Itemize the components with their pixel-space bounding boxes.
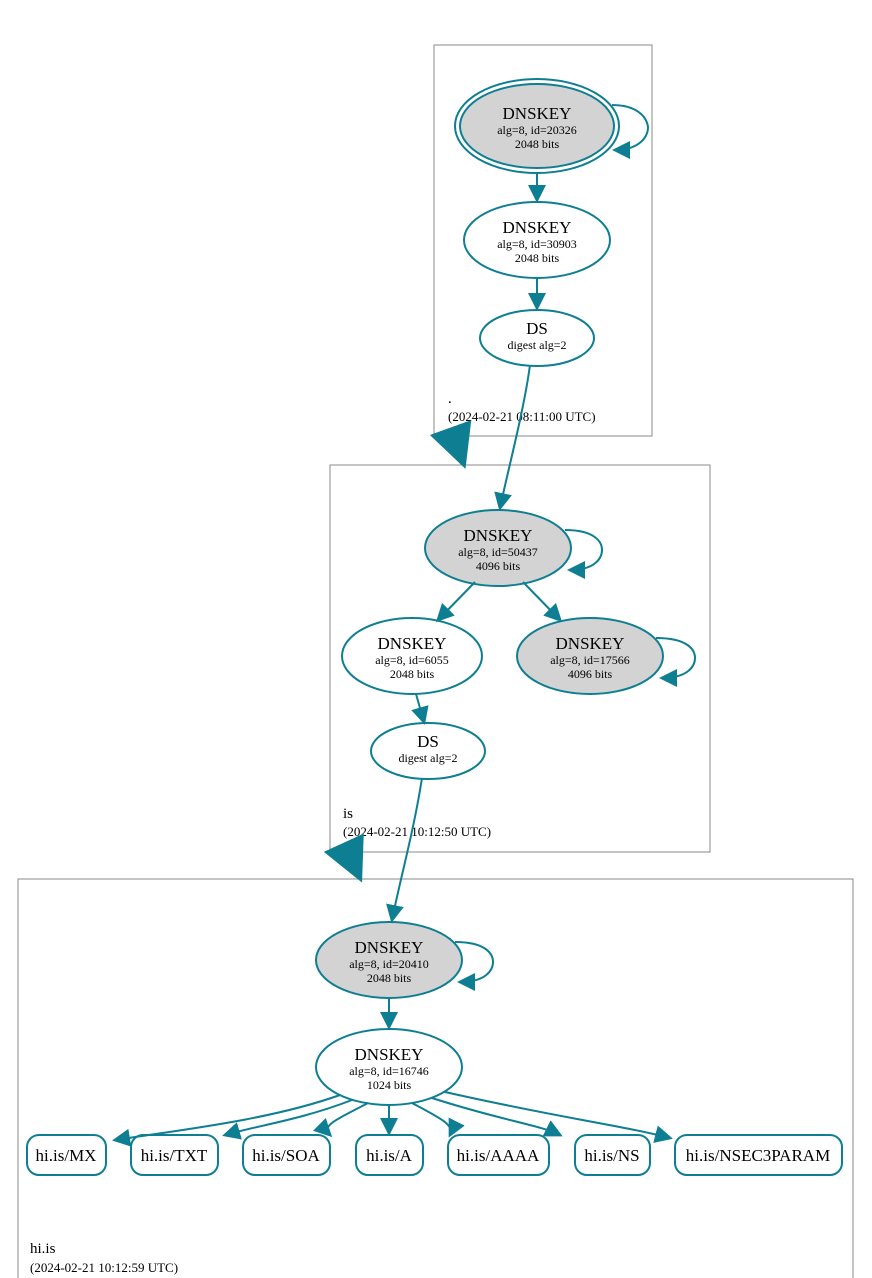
zone-is-label: is (343, 806, 353, 822)
root-zsk-title: DNSKEY (503, 218, 572, 237)
is-ds-alg: digest alg=2 (398, 751, 457, 765)
edge-ik1-ik3 (523, 582, 560, 620)
edge-root-to-is (454, 437, 463, 462)
edge-ids-hk1 (392, 778, 422, 920)
hi-ksk-title: DNSKEY (355, 938, 424, 957)
edge-ik2-ids (416, 694, 424, 722)
root-zsk-alg: alg=8, id=30903 (497, 237, 577, 251)
is-key-sec-bits: 4096 bits (568, 667, 613, 681)
rr-nsec-label: hi.is/NSEC3PARAM (686, 1146, 830, 1165)
edge-hk2-aaaa (412, 1103, 451, 1135)
is-zsk-bits: 2048 bits (390, 667, 435, 681)
is-zsk-title: DNSKEY (378, 634, 447, 653)
is-zsk-alg: alg=8, id=6055 (375, 653, 449, 667)
hi-ksk-alg: alg=8, id=20410 (349, 957, 429, 971)
zone-is-time: (2024-02-21 10:12:50 UTC) (343, 824, 491, 839)
rr-a-label: hi.is/A (366, 1146, 413, 1165)
root-ksk-alg: alg=8, id=20326 (497, 123, 577, 137)
rr-txt-label: hi.is/TXT (141, 1146, 208, 1165)
root-zsk-bits: 2048 bits (515, 251, 560, 265)
root-ds-alg: digest alg=2 (507, 338, 566, 352)
root-ksk-bits: 2048 bits (515, 137, 560, 151)
is-ksk-bits: 4096 bits (476, 559, 521, 573)
rr-ns-label: hi.is/NS (584, 1146, 639, 1165)
hi-zsk-title: DNSKEY (355, 1045, 424, 1064)
rr-aaaa-label: hi.is/AAAA (457, 1146, 540, 1165)
is-ksk-alg: alg=8, id=50437 (458, 545, 538, 559)
edge-hk2-txt (225, 1100, 352, 1135)
rr-mx-label: hi.is/MX (36, 1146, 97, 1165)
dnssec-diagram: DNSKEY alg=8, id=20326 2048 bits DNSKEY … (0, 0, 872, 1278)
zone-hi-label: hi.is (30, 1241, 56, 1257)
edge-ik1-ik2 (438, 582, 475, 620)
edge-hk2-soa (327, 1103, 368, 1135)
root-ksk-self-edge (612, 105, 648, 150)
rr-soa-label: hi.is/SOA (252, 1146, 320, 1165)
is-ksk-title: DNSKEY (464, 526, 533, 545)
edge-hk2-nsec (445, 1092, 670, 1138)
hi-ksk-bits: 2048 bits (367, 971, 412, 985)
edge-is-to-hi (348, 852, 359, 876)
is-key-sec-title: DNSKEY (556, 634, 625, 653)
is-key-sec-alg: alg=8, id=17566 (550, 653, 630, 667)
hi-zsk-alg: alg=8, id=16746 (349, 1064, 429, 1078)
zone-root-label: . (448, 391, 452, 407)
hi-zsk-bits: 1024 bits (367, 1078, 412, 1092)
root-ksk-title: DNSKEY (503, 104, 572, 123)
root-ds-title: DS (526, 319, 548, 338)
is-ds-title: DS (417, 732, 439, 751)
edge-hk2-mx (115, 1095, 340, 1140)
zone-hi-time: (2024-02-21 10:12:59 UTC) (30, 1260, 178, 1275)
